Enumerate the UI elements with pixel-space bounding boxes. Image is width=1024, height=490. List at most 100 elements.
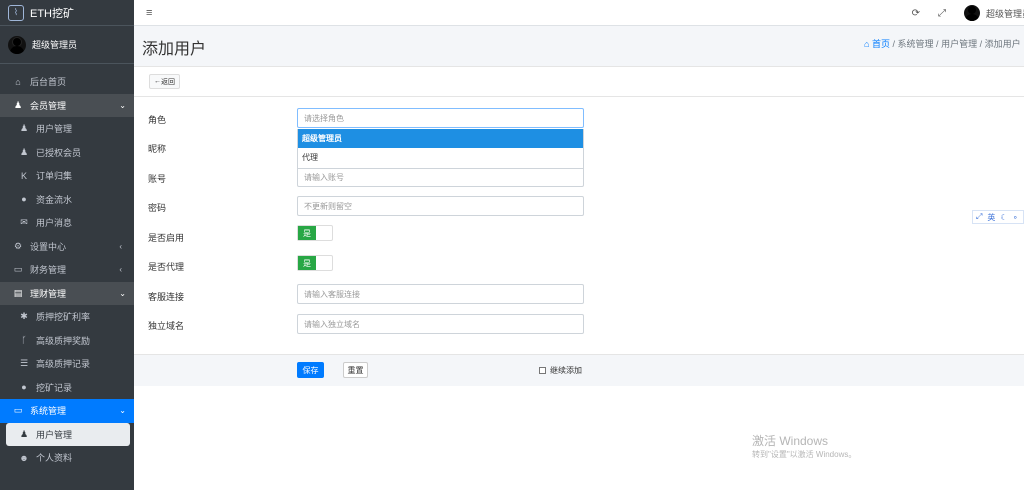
continue-add-label: 继续添加: [550, 366, 582, 375]
sidebar-item-user-management[interactable]: ♟ 用户管理: [0, 117, 130, 141]
back-button[interactable]: ← 返回: [149, 74, 180, 89]
role-label: 角色: [148, 115, 167, 125]
sidebar-item-order-collection[interactable]: K 订单归集: [0, 164, 130, 188]
home-icon: ⌂: [864, 39, 870, 49]
user-icon: ♟: [19, 428, 29, 439]
role-option[interactable]: 代理: [298, 148, 583, 167]
envelope-icon: ✉: [20, 217, 28, 228]
sidebar-item-member-management[interactable]: ♟ 会员管理 ⌄: [0, 93, 134, 117]
chevron-down-icon: ⌄: [119, 100, 126, 110]
desktop-icon: ▭: [13, 405, 23, 416]
top-user-name[interactable]: 超级管理员: [986, 7, 1024, 20]
sidebar-item-advanced-staking-reward[interactable]: ᚴ 高级质押奖励: [0, 329, 130, 353]
sidebar-item-finance[interactable]: ▭ 财务管理 ‹: [0, 258, 130, 282]
expand-icon[interactable]: ⤢: [976, 212, 982, 222]
branch-icon: ᚴ: [21, 335, 27, 346]
agent-toggle[interactable]: 是: [297, 255, 333, 271]
sidebar-item-label: 挖矿记录: [36, 382, 73, 393]
breadcrumb-item[interactable]: 系统管理: [898, 39, 934, 49]
list-icon: ☰: [19, 358, 29, 369]
sidebar-item-label: 理财管理: [30, 288, 67, 299]
chevron-down-icon: ⌄: [119, 406, 126, 416]
top-navbar: ≡ ⟳ ⤢ 超级管理员: [134, 0, 1024, 26]
breadcrumb-home-label: 首页: [871, 39, 890, 49]
sidebar-item-advanced-staking-records[interactable]: ☰ 高级质押记录: [0, 352, 130, 376]
breadcrumb: ⌂ 首页 / 系统管理 / 用户管理 / 添加用户: [864, 37, 1024, 50]
avatar: [8, 35, 26, 54]
chevron-left-icon: ‹: [119, 265, 122, 275]
sidebar-item-profile[interactable]: ☻ 个人资料: [0, 446, 130, 470]
users-icon: ♟: [19, 146, 29, 157]
app-title: ETH挖矿: [30, 7, 74, 20]
sidebar-item-label: 高级质押奖励: [36, 335, 91, 346]
moon-icon[interactable]: ☾: [1000, 213, 1007, 222]
sidebar-item-system-management[interactable]: ▭ 系统管理 ⌄: [0, 399, 134, 423]
toggle-on-label: 是: [298, 256, 316, 270]
sidebar-user-name: 超级管理员: [32, 40, 78, 50]
droplet-icon: ●: [21, 382, 27, 393]
k-icon: K: [20, 170, 27, 181]
hamburger-menu-icon[interactable]: ≡: [146, 7, 152, 19]
brand-logo[interactable]: ⌇ ETH挖矿: [0, 0, 134, 26]
smile-icon: ☻: [19, 452, 29, 463]
fullscreen-icon[interactable]: ⤢: [938, 8, 946, 19]
sidebar-item-label: 用户管理: [36, 429, 73, 440]
role-option[interactable]: 超级管理员: [298, 129, 583, 148]
role-select[interactable]: 请选择角色: [297, 108, 584, 128]
users-icon: ♟: [13, 99, 23, 110]
password-label: 密码: [148, 203, 167, 213]
sidebar-item-label: 资金流水: [36, 194, 73, 205]
top-right-tools: ⟳ ⤢ 超级管理员: [912, 0, 1024, 26]
sidebar-item-fund-flow[interactable]: ● 资金流水: [0, 188, 130, 212]
account-input[interactable]: 请输入账号: [297, 167, 584, 187]
sidebar-user-panel[interactable]: 超级管理员: [0, 26, 134, 64]
role-dropdown: 超级管理员 代理: [297, 129, 584, 169]
sidebar-item-label: 高级质押记录: [36, 359, 91, 370]
breadcrumb-home[interactable]: ⌂ 首页: [864, 39, 890, 49]
language-toggle[interactable]: 英: [987, 212, 995, 223]
breadcrumb-item: 添加用户: [984, 39, 1021, 49]
chart-line-icon: ⌇: [8, 4, 24, 21]
chevron-down-icon: ⌄: [119, 288, 126, 298]
domain-label: 独立域名: [148, 321, 185, 331]
card-icon: ▭: [13, 264, 23, 275]
settings-icon[interactable]: ∘: [1013, 213, 1018, 222]
sidebar-nav: ⌂ 后台首页 ♟ 会员管理 ⌄ ♟ 用户管理 ♟ 已授权会员 K 订单归集 ● 资金流水 ✉ 用…: [0, 64, 134, 470]
continue-add-option[interactable]: 继续添加: [539, 365, 582, 376]
sidebar-item-label: 已授权会员: [36, 147, 82, 158]
sidebar-item-settings-center[interactable]: ⚙ 设置中心 ‹: [0, 235, 130, 259]
watermark-line2: 转到"设置"以激活 Windows。: [752, 450, 857, 459]
password-input[interactable]: 不更新则留空: [297, 196, 584, 216]
service-link-input[interactable]: 请输入客服连接: [297, 284, 584, 304]
sidebar-item-label: 后台首页: [30, 77, 67, 88]
sidebar-item-authorized-members[interactable]: ♟ 已授权会员: [0, 141, 130, 165]
continue-add-checkbox[interactable]: [539, 367, 546, 374]
save-button[interactable]: 保存: [297, 362, 324, 378]
domain-input[interactable]: 请输入独立域名: [297, 314, 584, 334]
page-bottom-area: [134, 386, 1024, 490]
user-icon: ♟: [19, 123, 29, 134]
file-icon: ▤: [13, 287, 23, 298]
watermark-line1: 激活 Windows: [752, 434, 829, 448]
sidebar-item-dashboard[interactable]: ⌂ 后台首页: [0, 70, 130, 94]
breadcrumb-item[interactable]: 用户管理: [941, 39, 977, 49]
gears-icon: ⚙: [13, 240, 23, 251]
droplet-icon: ●: [21, 194, 27, 205]
sidebar-item-staking-rate[interactable]: ✱ 质押挖矿利率: [0, 305, 130, 329]
reset-button[interactable]: 重置: [343, 362, 368, 378]
enabled-label: 是否启用: [148, 233, 185, 243]
sidebar-item-label: 会员管理: [30, 100, 67, 111]
refresh-icon[interactable]: ⟳: [912, 8, 920, 19]
avatar[interactable]: [964, 5, 980, 21]
sidebar-item-system-user-management[interactable]: ♟ 用户管理: [6, 422, 130, 446]
sidebar-item-label: 订单归集: [36, 171, 73, 182]
back-button-label: 返回: [161, 78, 175, 86]
page-title: 添加用户: [142, 41, 207, 58]
sidebar-item-user-messages[interactable]: ✉ 用户消息: [0, 211, 130, 235]
breadcrumb-separator: /: [979, 39, 983, 49]
gauge-icon: ✱: [20, 311, 28, 322]
sidebar-item-wealth-management[interactable]: ▤ 理财管理 ⌄: [0, 281, 134, 305]
sidebar-item-label: 用户管理: [36, 124, 73, 135]
sidebar-item-mining-records[interactable]: ● 挖矿记录: [0, 376, 130, 400]
enabled-toggle[interactable]: 是: [297, 225, 333, 241]
